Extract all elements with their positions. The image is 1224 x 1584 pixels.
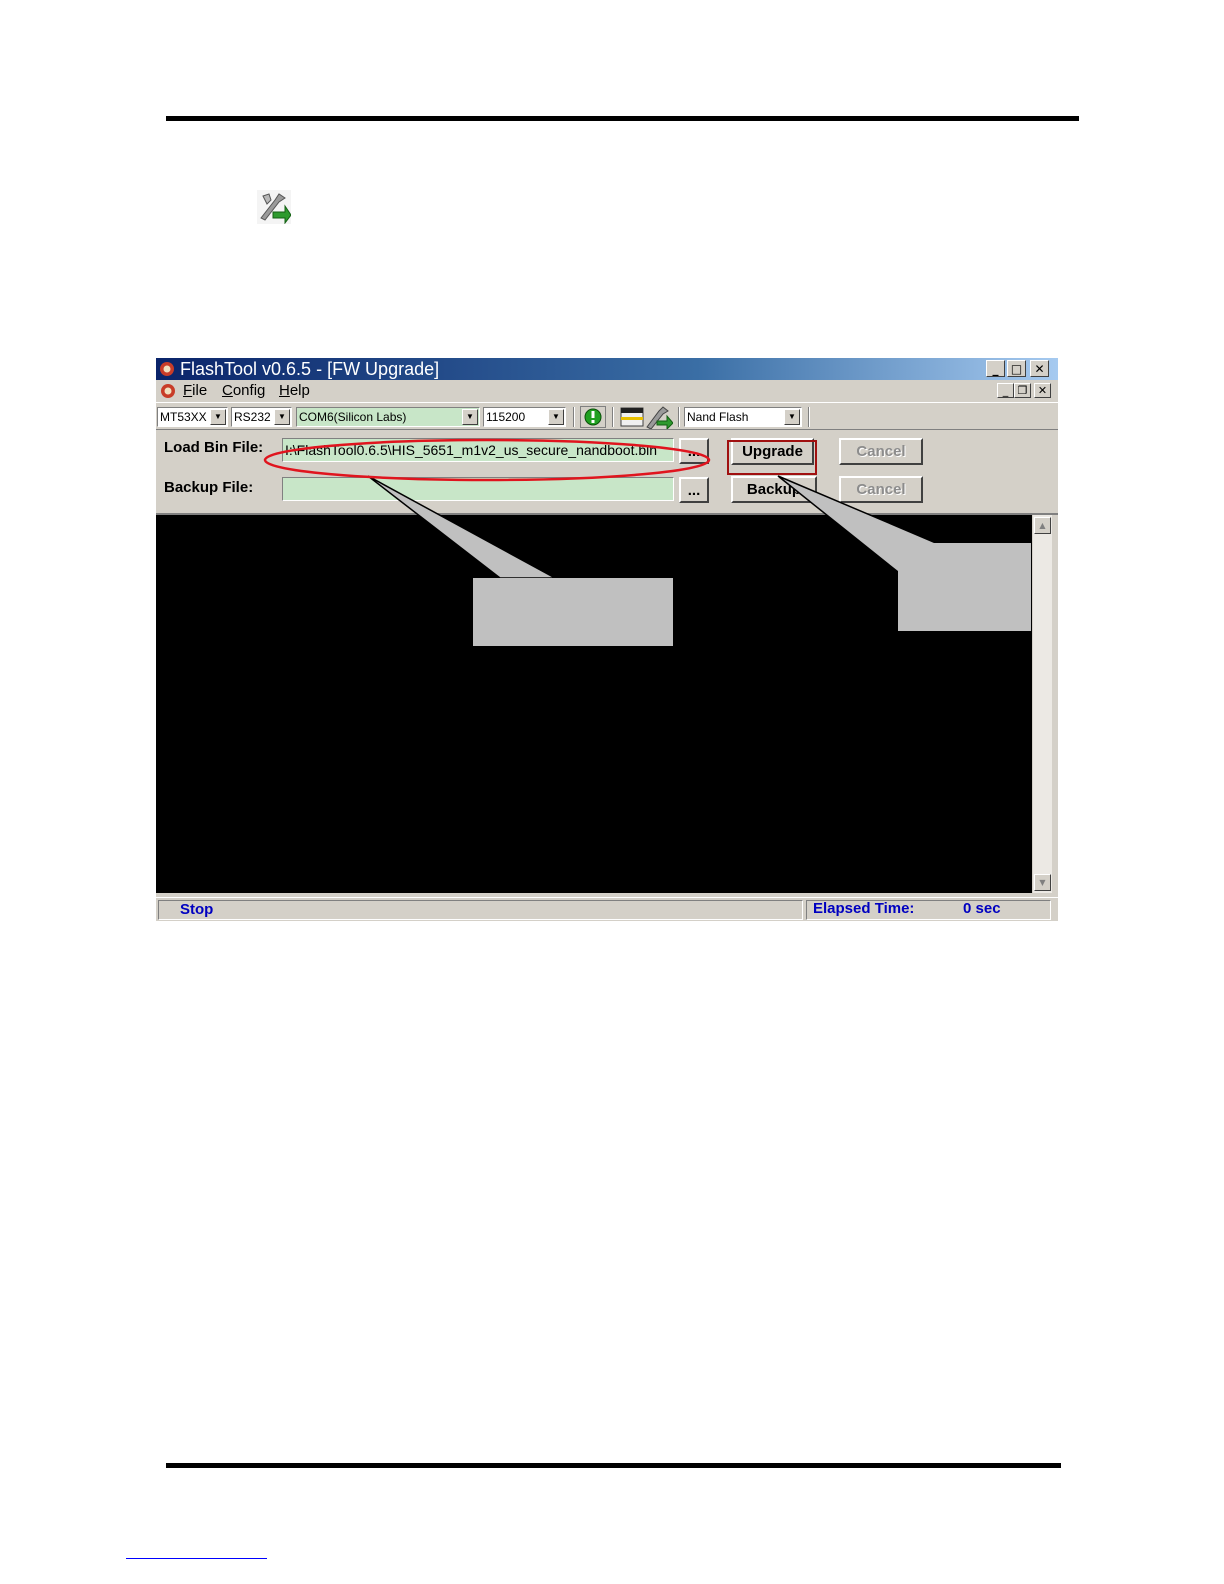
callout-pointer-left bbox=[367, 475, 556, 579]
highlight-rect bbox=[727, 440, 817, 475]
annotation-overlay bbox=[263, 438, 1031, 646]
highlight-ellipse bbox=[263, 438, 711, 482]
callout-box-left bbox=[473, 578, 673, 646]
callout-box-right bbox=[898, 543, 1031, 631]
